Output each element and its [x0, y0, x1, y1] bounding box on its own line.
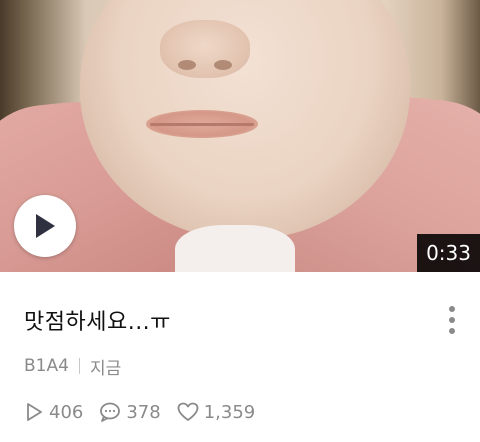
nose: [160, 20, 250, 78]
play-outline-icon: [27, 403, 42, 421]
play-icon: [36, 214, 55, 238]
heart-icon: [177, 402, 199, 421]
post-time: 지금: [89, 358, 122, 379]
post-stats: 406 378 1,359: [24, 398, 271, 426]
more-dot: [449, 317, 455, 323]
lips-line: [150, 123, 254, 126]
more-dot: [449, 328, 455, 334]
comment-count-value: 378: [126, 401, 161, 423]
nostril-right: [214, 60, 232, 70]
title-row: 맛점하세요...ㅠ: [24, 300, 464, 340]
post-meta: B1A4 지금: [24, 354, 122, 379]
author-name[interactable]: B1A4: [24, 356, 69, 376]
more-dot: [449, 306, 455, 312]
video-thumbnail[interactable]: 0:33: [0, 0, 480, 272]
play-button[interactable]: [14, 195, 76, 257]
meta-divider: [78, 358, 80, 374]
like-count[interactable]: 1,359: [177, 401, 256, 423]
inner-shirt: [175, 225, 295, 272]
play-count: 406: [24, 402, 83, 423]
like-count-value: 1,359: [203, 401, 256, 423]
comment-icon: [100, 402, 121, 422]
play-count-value: 406: [49, 401, 84, 423]
video-duration: 0:33: [417, 234, 480, 272]
more-vertical-icon[interactable]: [440, 302, 464, 338]
nostril-left: [178, 60, 196, 70]
comment-count[interactable]: 378: [99, 401, 161, 423]
post-title[interactable]: 맛점하세요...ㅠ: [24, 304, 171, 336]
